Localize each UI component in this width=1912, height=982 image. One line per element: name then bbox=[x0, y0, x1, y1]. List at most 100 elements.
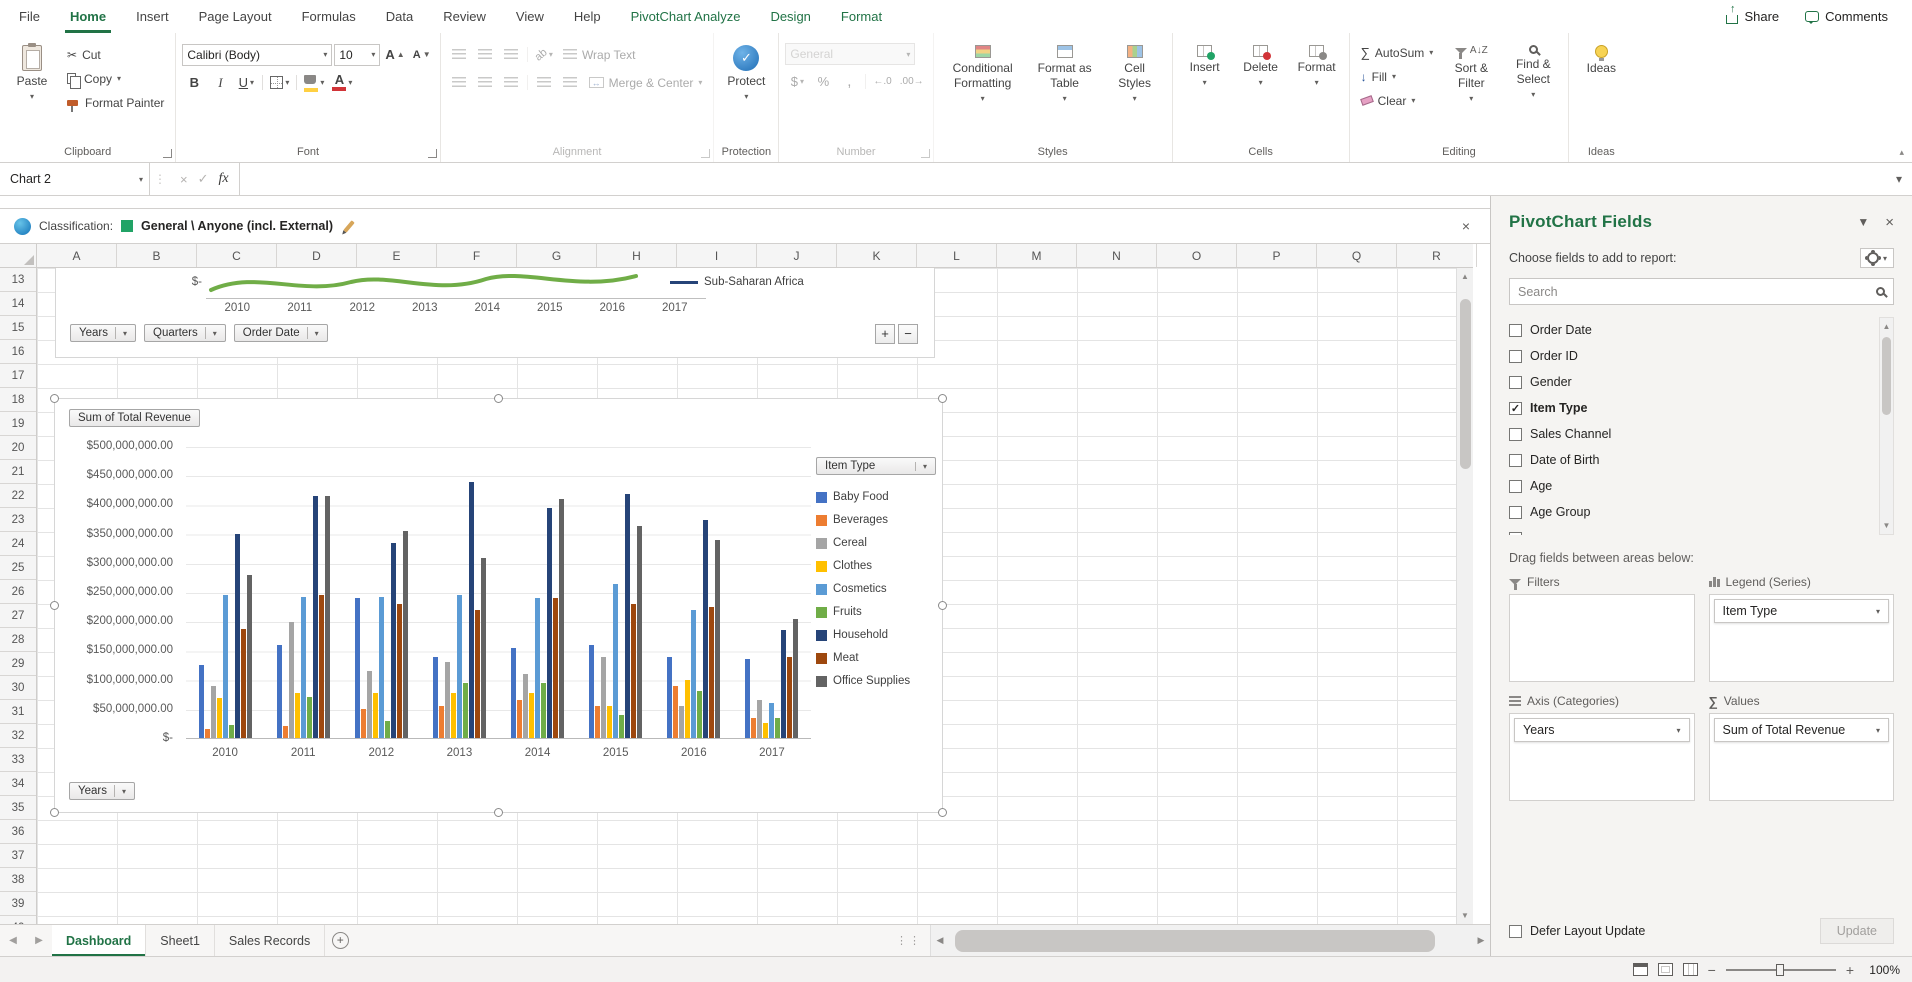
field-list-scrollbar[interactable]: ▲ ▼ bbox=[1879, 317, 1894, 535]
ribbon-tab-review[interactable]: Review bbox=[428, 0, 501, 33]
align-middle-button[interactable] bbox=[473, 43, 497, 66]
insert-function-icon[interactable]: fx bbox=[219, 171, 229, 187]
row-header-20[interactable]: 20 bbox=[0, 436, 36, 460]
field-item-sales-channel[interactable]: Sales Channel bbox=[1509, 421, 1876, 447]
scroll-right-icon[interactable]: ▶ bbox=[1472, 935, 1490, 946]
find-select-button[interactable]: Find & Select▾ bbox=[1504, 39, 1562, 140]
row-header-28[interactable]: 28 bbox=[0, 628, 36, 652]
ribbon-tab-home[interactable]: Home bbox=[55, 0, 121, 33]
comments-button[interactable]: Comments bbox=[1795, 6, 1898, 27]
pivot-bar-chart[interactable]: Sum of Total Revenue $500,000,000.00$450… bbox=[54, 398, 943, 813]
row-header-39[interactable]: 39 bbox=[0, 892, 36, 916]
align-right-button[interactable] bbox=[499, 71, 523, 94]
field-item-order-date[interactable]: Order Date bbox=[1509, 317, 1876, 343]
column-header-k[interactable]: K bbox=[837, 244, 917, 267]
field-scroll-up-icon[interactable]: ▲ bbox=[1880, 318, 1893, 335]
line-chart[interactable]: $- Sub-Saharan Africa 201020112012201320… bbox=[55, 268, 935, 358]
column-header-p[interactable]: P bbox=[1237, 244, 1317, 267]
chart-resize-handle[interactable] bbox=[50, 808, 59, 817]
row-header-37[interactable]: 37 bbox=[0, 844, 36, 868]
sheet-tab-sales-records[interactable]: Sales Records bbox=[215, 925, 325, 956]
field-checkbox[interactable] bbox=[1509, 324, 1522, 337]
row-header-15[interactable]: 15 bbox=[0, 316, 36, 340]
column-header-c[interactable]: C bbox=[197, 244, 277, 267]
normal-view-icon[interactable] bbox=[1633, 963, 1648, 976]
row-header-25[interactable]: 25 bbox=[0, 556, 36, 580]
classification-edit-icon[interactable] bbox=[343, 220, 354, 233]
delete-cells-button[interactable]: Delete▾ bbox=[1235, 39, 1287, 140]
ribbon-tab-insert[interactable]: Insert bbox=[121, 0, 184, 33]
cut-button[interactable]: ✂Cut bbox=[62, 43, 169, 66]
column-header-m[interactable]: M bbox=[997, 244, 1077, 267]
italic-button[interactable]: I bbox=[208, 71, 232, 94]
align-bottom-button[interactable] bbox=[499, 43, 523, 66]
sheet-nav-right-icon[interactable]: ▶ bbox=[26, 925, 52, 956]
collapse-ribbon-button[interactable]: ▴ bbox=[1899, 147, 1904, 158]
increase-decimal-button[interactable]: ←.0 bbox=[870, 70, 894, 93]
pane-close-icon[interactable]: × bbox=[1885, 214, 1894, 231]
row-header-34[interactable]: 34 bbox=[0, 772, 36, 796]
ribbon-tab-view[interactable]: View bbox=[501, 0, 559, 33]
field-item-item-type[interactable]: ✓Item Type bbox=[1509, 395, 1876, 421]
clear-button[interactable]: Clear▾ bbox=[1356, 89, 1439, 112]
field-item-date-of-birth[interactable]: Date of Birth bbox=[1509, 447, 1876, 473]
chart-resize-handle[interactable] bbox=[938, 394, 947, 403]
field-checkbox[interactable] bbox=[1509, 454, 1522, 467]
row-header-17[interactable]: 17 bbox=[0, 364, 36, 388]
field-scroll-thumb[interactable] bbox=[1882, 337, 1891, 415]
align-top-button[interactable] bbox=[447, 43, 471, 66]
row-header-14[interactable]: 14 bbox=[0, 292, 36, 316]
bold-button[interactable]: B bbox=[182, 71, 206, 94]
axis-field-button[interactable]: Years ▾ bbox=[69, 782, 135, 800]
row-header-21[interactable]: 21 bbox=[0, 460, 36, 484]
column-header-o[interactable]: O bbox=[1157, 244, 1237, 267]
pivot-filter-button-quarters[interactable]: Quarters▾ bbox=[144, 324, 226, 342]
percent-style-button[interactable]: % bbox=[811, 70, 835, 93]
filters-drop-zone[interactable] bbox=[1509, 594, 1695, 682]
row-header-24[interactable]: 24 bbox=[0, 532, 36, 556]
row-header-31[interactable]: 31 bbox=[0, 700, 36, 724]
number-dialog-launcher[interactable] bbox=[921, 149, 930, 158]
ribbon-tab-pivotchart-analyze[interactable]: PivotChart Analyze bbox=[616, 0, 756, 33]
row-header-16[interactable]: 16 bbox=[0, 340, 36, 364]
autosum-button[interactable]: ∑AutoSum▾ bbox=[1356, 41, 1439, 64]
row-header-13[interactable]: 13 bbox=[0, 268, 36, 292]
ribbon-tab-help[interactable]: Help bbox=[559, 0, 616, 33]
new-sheet-button[interactable]: + bbox=[325, 925, 355, 956]
field-checkbox[interactable] bbox=[1509, 376, 1522, 389]
column-header-d[interactable]: D bbox=[277, 244, 357, 267]
field-item-partial[interactable] bbox=[1509, 525, 1876, 535]
ribbon-tab-design[interactable]: Design bbox=[755, 0, 825, 33]
page-break-view-icon[interactable] bbox=[1683, 963, 1698, 976]
column-header-j[interactable]: J bbox=[757, 244, 837, 267]
row-header-23[interactable]: 23 bbox=[0, 508, 36, 532]
sheet-tab-sheet1[interactable]: Sheet1 bbox=[146, 925, 215, 956]
accounting-format-button[interactable]: $▾ bbox=[785, 70, 809, 93]
font-dialog-launcher[interactable] bbox=[428, 149, 437, 158]
row-header-22[interactable]: 22 bbox=[0, 484, 36, 508]
row-header-30[interactable]: 30 bbox=[0, 676, 36, 700]
orientation-button[interactable]: ab▾ bbox=[532, 43, 556, 66]
pivot-filter-button-order-date[interactable]: Order Date▾ bbox=[234, 324, 328, 342]
row-header-35[interactable]: 35 bbox=[0, 796, 36, 820]
ribbon-tab-file[interactable]: File bbox=[4, 0, 55, 33]
protect-button[interactable]: ✓ Protect ▾ bbox=[720, 39, 772, 140]
font-name-combo[interactable]: Calibri (Body)▾ bbox=[182, 44, 332, 66]
field-scroll-down-icon[interactable]: ▼ bbox=[1880, 517, 1893, 534]
cancel-formula-icon[interactable]: × bbox=[180, 172, 188, 187]
scroll-left-icon[interactable]: ◀ bbox=[931, 935, 949, 946]
page-layout-view-icon[interactable] bbox=[1658, 963, 1673, 976]
row-header-36[interactable]: 36 bbox=[0, 820, 36, 844]
fill-color-button[interactable]: ▾ bbox=[301, 71, 327, 94]
column-header-e[interactable]: E bbox=[357, 244, 437, 267]
enter-formula-icon[interactable]: ✓ bbox=[198, 171, 209, 187]
row-header-18[interactable]: 18 bbox=[0, 388, 36, 412]
row-header-38[interactable]: 38 bbox=[0, 868, 36, 892]
values-drop-zone[interactable]: Sum of Total Revenue▾ bbox=[1709, 713, 1895, 801]
field-item-age[interactable]: Age bbox=[1509, 473, 1876, 499]
underline-button[interactable]: U▾ bbox=[234, 71, 258, 94]
horizontal-scrollbar[interactable]: ◀ ▶ bbox=[930, 925, 1490, 956]
defer-layout-checkbox[interactable] bbox=[1509, 925, 1522, 938]
field-checkbox[interactable] bbox=[1509, 350, 1522, 363]
column-header-g[interactable]: G bbox=[517, 244, 597, 267]
